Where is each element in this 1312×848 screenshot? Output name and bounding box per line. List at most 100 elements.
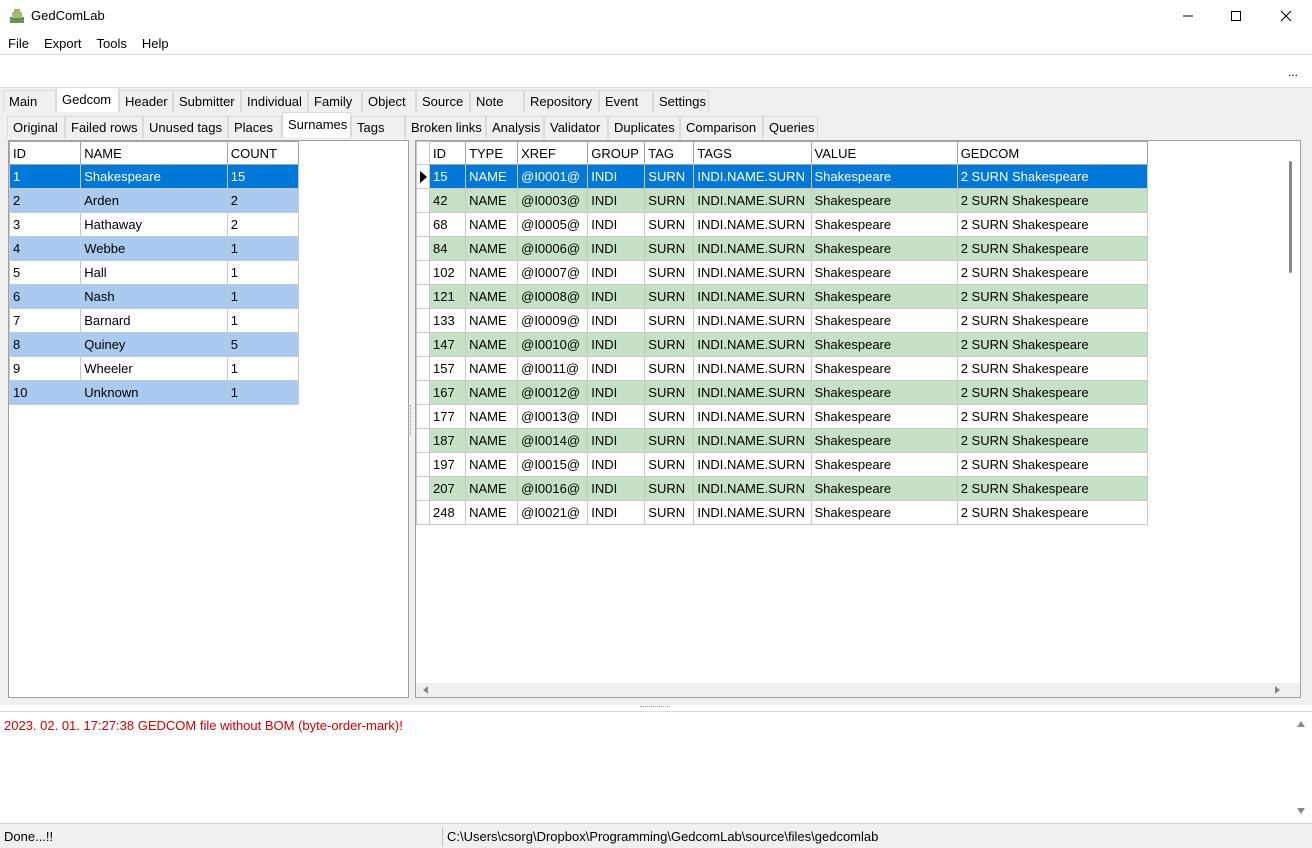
column-header-xref[interactable]: XREF	[517, 141, 589, 165]
table-cell[interactable]: 9	[8, 356, 82, 381]
table-cell[interactable]: 167	[429, 380, 467, 405]
column-header-name[interactable]: NAME	[80, 141, 228, 165]
scroll-up-icon[interactable]	[1297, 721, 1305, 727]
table-cell[interactable]: NAME	[465, 284, 519, 309]
table-cell[interactable]: 2	[226, 212, 300, 237]
table-cell[interactable]: NAME	[465, 212, 519, 237]
subtab-validator[interactable]: Validator	[544, 116, 608, 138]
table-cell[interactable]: SURN	[644, 500, 695, 525]
table-cell[interactable]: NAME	[465, 164, 519, 189]
table-cell[interactable]: SURN	[644, 212, 695, 237]
table-cell[interactable]: Shakespeare	[810, 260, 958, 285]
horizontal-splitter[interactable]	[640, 706, 670, 709]
table-cell[interactable]: 42	[429, 188, 467, 213]
table-cell[interactable]: 207	[429, 476, 467, 501]
subtab-analysis[interactable]: Analysis	[486, 116, 544, 138]
table-cell[interactable]: Barnard	[80, 308, 228, 333]
table-cell[interactable]: Shakespeare	[810, 308, 958, 333]
column-header-gedcom[interactable]: GEDCOM	[956, 141, 1149, 165]
table-cell[interactable]: 2 SURN Shakespeare	[956, 308, 1149, 333]
table-cell[interactable]: NAME	[465, 380, 519, 405]
table-cell[interactable]: Webbe	[80, 236, 228, 261]
table-row[interactable]: 3 Hathaway 2	[8, 212, 300, 237]
table-cell[interactable]: INDI	[587, 212, 646, 237]
row-header[interactable]	[415, 428, 431, 453]
menu-file[interactable]: File	[0, 32, 36, 54]
table-cell[interactable]: @I0009@	[517, 308, 589, 333]
table-cell[interactable]: 68	[429, 212, 467, 237]
table-cell[interactable]: 2 SURN Shakespeare	[956, 332, 1149, 357]
tab-settings[interactable]: Settings	[653, 90, 709, 112]
horizontal-scrollbar[interactable]	[416, 683, 1300, 697]
table-cell[interactable]: INDI.NAME.SURN	[693, 428, 812, 453]
table-row[interactable]: 42 NAME @I0003@ INDI SURN INDI.NAME.SURN Shake…	[415, 188, 1149, 213]
row-header[interactable]	[415, 476, 431, 501]
table-row[interactable]: 7 Barnard 1	[8, 308, 300, 333]
table-cell[interactable]: 2	[8, 188, 82, 213]
table-row[interactable]: 1 Shakespeare 15	[8, 164, 300, 189]
subtab-tags[interactable]: Tags	[351, 116, 405, 138]
table-cell[interactable]: SURN	[644, 308, 695, 333]
table-cell[interactable]: 133	[429, 308, 467, 333]
table-cell[interactable]: 5	[226, 332, 300, 357]
table-cell[interactable]: 1	[226, 236, 300, 261]
table-cell[interactable]: Shakespeare	[810, 380, 958, 405]
table-cell[interactable]: NAME	[465, 404, 519, 429]
table-cell[interactable]: 5	[8, 260, 82, 285]
table-cell[interactable]: INDI	[587, 332, 646, 357]
table-cell[interactable]: 1	[226, 284, 300, 309]
table-cell[interactable]: Shakespeare	[810, 476, 958, 501]
table-cell[interactable]: 2 SURN Shakespeare	[956, 428, 1149, 453]
table-cell[interactable]: SURN	[644, 428, 695, 453]
table-row[interactable]: 6 Nash 1	[8, 284, 300, 309]
table-cell[interactable]: Shakespeare	[810, 452, 958, 477]
table-cell[interactable]: 187	[429, 428, 467, 453]
table-cell[interactable]: INDI	[587, 188, 646, 213]
table-cell[interactable]: Quiney	[80, 332, 228, 357]
table-cell[interactable]: @I0014@	[517, 428, 589, 453]
subtab-duplicates[interactable]: Duplicates	[608, 116, 680, 138]
table-row[interactable]: 177 NAME @I0013@ INDI SURN INDI.NAME.SURN Shak…	[415, 404, 1149, 429]
scroll-left-icon[interactable]	[423, 686, 428, 694]
table-cell[interactable]: NAME	[465, 356, 519, 381]
table-cell[interactable]: INDI.NAME.SURN	[693, 404, 812, 429]
subtab-surnames[interactable]: Surnames	[282, 112, 351, 137]
table-cell[interactable]: 3	[8, 212, 82, 237]
table-cell[interactable]: INDI.NAME.SURN	[693, 188, 812, 213]
table-row[interactable]: 157 NAME @I0011@ INDI SURN INDI.NAME.SURN Shak…	[415, 356, 1149, 381]
tab-header[interactable]: Header	[119, 90, 173, 112]
table-cell[interactable]: @I0015@	[517, 452, 589, 477]
table-row[interactable]: 133 NAME @I0009@ INDI SURN INDI.NAME.SURN Shak…	[415, 308, 1149, 333]
table-row[interactable]: 102 NAME @I0007@ INDI SURN INDI.NAME.SURN Shak…	[415, 260, 1149, 285]
table-cell[interactable]: INDI.NAME.SURN	[693, 452, 812, 477]
column-header-type[interactable]: TYPE	[465, 141, 519, 165]
table-cell[interactable]: SURN	[644, 476, 695, 501]
table-cell[interactable]: INDI	[587, 164, 646, 189]
menu-tools[interactable]: Tools	[89, 32, 134, 54]
subtab-unused-tags[interactable]: Unused tags	[143, 116, 228, 138]
table-cell[interactable]: 1	[226, 260, 300, 285]
table-cell[interactable]: @I0021@	[517, 500, 589, 525]
table-cell[interactable]: Shakespeare	[810, 428, 958, 453]
vertical-splitter[interactable]	[410, 405, 413, 435]
table-cell[interactable]: @I0010@	[517, 332, 589, 357]
menu-help[interactable]: Help	[134, 32, 176, 54]
tab-family[interactable]: Family	[308, 90, 362, 112]
table-cell[interactable]: INDI	[587, 404, 646, 429]
table-cell[interactable]: @I0006@	[517, 236, 589, 261]
table-row[interactable]: 2 Arden 2	[8, 188, 300, 213]
table-cell[interactable]: 15	[226, 164, 300, 189]
table-cell[interactable]: @I0012@	[517, 380, 589, 405]
table-row[interactable]: 10 Unknown 1	[8, 380, 300, 405]
table-cell[interactable]: SURN	[644, 380, 695, 405]
table-cell[interactable]: @I0007@	[517, 260, 589, 285]
table-cell[interactable]: 8	[8, 332, 82, 357]
column-header-id[interactable]: ID	[429, 141, 467, 165]
table-cell[interactable]: Shakespeare	[810, 404, 958, 429]
table-cell[interactable]: 10	[8, 380, 82, 405]
table-cell[interactable]: 6	[8, 284, 82, 309]
table-cell[interactable]: SURN	[644, 404, 695, 429]
table-cell[interactable]: 2 SURN Shakespeare	[956, 260, 1149, 285]
tab-event[interactable]: Event	[599, 90, 653, 112]
table-cell[interactable]: SURN	[644, 332, 695, 357]
